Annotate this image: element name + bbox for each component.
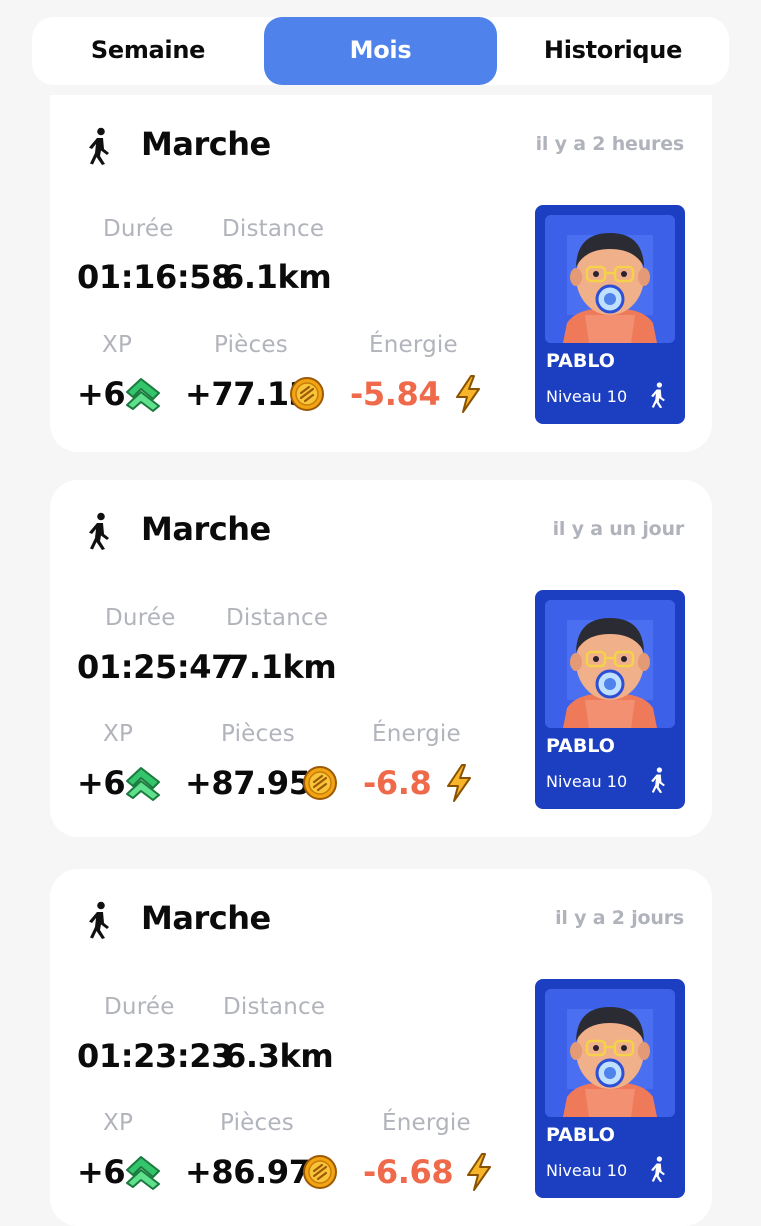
nft-sneaker-card[interactable]: PABLO Niveau 10: [535, 590, 685, 809]
walking-person-icon: [89, 512, 109, 550]
xp-value: +6: [77, 1153, 126, 1191]
xp-label: XP: [103, 1110, 134, 1136]
coin-icon: [290, 377, 324, 411]
tab-mois[interactable]: Mois: [264, 17, 497, 85]
coins-label: Pièces: [214, 332, 288, 358]
activity-title: Marche: [141, 510, 271, 548]
time-ago: il y a 2 heures: [535, 133, 685, 155]
coins-label: Pièces: [220, 1110, 294, 1136]
xp-label: XP: [103, 721, 134, 747]
coins-label: Pièces: [221, 721, 295, 747]
nft-name: PABLO: [546, 735, 615, 757]
energy-label: Énergie: [372, 721, 461, 747]
tab-historique[interactable]: Historique: [497, 17, 729, 85]
energy-value: -6.8: [363, 764, 432, 802]
double-chevron-up-icon: [126, 378, 160, 412]
duration-value: 01:16:58: [77, 258, 233, 296]
duration-label: Durée: [103, 216, 174, 242]
activity-card[interactable]: Marche il y a 2 jours Durée Distance 01:…: [50, 869, 712, 1226]
energy-value: -5.84: [350, 375, 441, 413]
xp-value: +6: [77, 764, 126, 802]
walking-person-icon: [651, 382, 665, 409]
distance-label: Distance: [223, 994, 326, 1020]
nft-level: Niveau 10: [546, 772, 628, 791]
distance-value: 7.1km: [227, 648, 337, 686]
lightning-icon: [456, 375, 480, 413]
walking-person-icon: [651, 767, 665, 794]
lightning-icon: [467, 1153, 491, 1191]
nft-name: PABLO: [546, 350, 615, 372]
coin-icon: [303, 766, 337, 800]
duration-label: Durée: [105, 605, 176, 631]
distance-label: Distance: [222, 216, 325, 242]
nft-name: PABLO: [546, 1124, 615, 1146]
activity-title: Marche: [141, 125, 271, 163]
coins-value: +86.97: [185, 1153, 311, 1191]
walking-person-icon: [89, 901, 109, 939]
walking-person-icon: [651, 1156, 665, 1183]
distance-value: 6.1km: [222, 258, 332, 296]
duration-label: Durée: [104, 994, 175, 1020]
nft-sneaker-card[interactable]: PABLO Niveau 10: [535, 205, 685, 424]
nft-avatar: [545, 989, 675, 1117]
energy-label: Énergie: [369, 332, 458, 358]
nft-level: Niveau 10: [546, 1161, 628, 1180]
duration-value: 01:25:47: [77, 648, 233, 686]
distance-label: Distance: [226, 605, 329, 631]
nft-sneaker-card[interactable]: PABLO Niveau 10: [535, 979, 685, 1198]
double-chevron-up-icon: [126, 1156, 160, 1190]
coins-value: +87.95: [185, 764, 311, 802]
xp-value: +6: [77, 375, 126, 413]
activity-card[interactable]: Marche il y a un jour Durée Distance 01:…: [50, 480, 712, 837]
duration-value: 01:23:23: [77, 1037, 233, 1075]
activity-card[interactable]: Marche il y a 2 heures Durée Distance 01…: [50, 95, 712, 452]
nft-avatar: [545, 600, 675, 728]
energy-value: -6.68: [363, 1153, 454, 1191]
nft-level: Niveau 10: [546, 387, 628, 406]
walking-person-icon: [89, 127, 109, 165]
xp-label: XP: [102, 332, 133, 358]
activity-title: Marche: [141, 899, 271, 937]
time-ago: il y a 2 jours: [555, 907, 684, 929]
nft-avatar: [545, 215, 675, 343]
coin-icon: [303, 1155, 337, 1189]
period-tabs: Semaine Mois Historique: [32, 17, 729, 85]
distance-value: 6.3km: [224, 1037, 334, 1075]
energy-label: Énergie: [382, 1110, 471, 1136]
lightning-icon: [447, 764, 471, 802]
tab-semaine[interactable]: Semaine: [32, 17, 264, 85]
double-chevron-up-icon: [126, 767, 160, 801]
time-ago: il y a un jour: [552, 518, 685, 540]
